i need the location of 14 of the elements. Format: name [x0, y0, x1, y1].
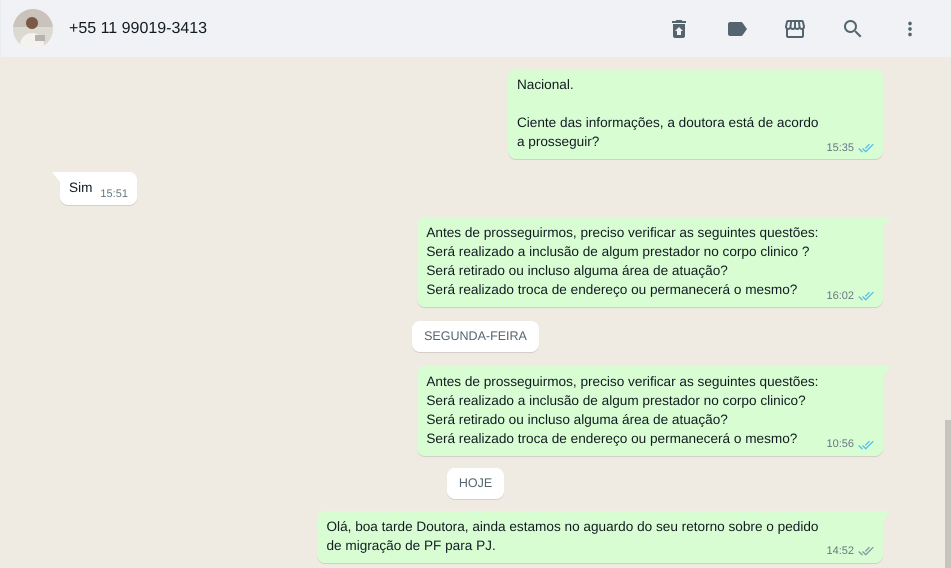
message-time: 15:35 [826, 140, 854, 156]
message-time: 16:02 [826, 288, 854, 304]
date-chip: HOJE [446, 468, 504, 498]
date-chip: SEGUNDA-FEIRA [412, 321, 539, 352]
scrollbar-thumb[interactable] [945, 420, 951, 568]
contact-name[interactable]: +55 11 99019-3413 [69, 16, 208, 40]
message-time: 15:51 [100, 186, 128, 202]
message-time: 14:52 [826, 544, 854, 559]
message-text: Olá, boa tarde Doutora, ainda estamos no aguardo do seu retorno sobre o pedido de migração de PF para PJ. [326, 518, 818, 554]
message-text: Antes de prosseguirmos, preciso verificar as seguintes questões: Será realizado a inclusão de algum prestador no corpo clinico ? Será retirado ou incluso alguma área de atuação? Será realizado troca de endereço ou permanecerá o mesmo? [426, 224, 818, 299]
message-text: Antes de prosseguirmos, preciso verificar as seguintes questões: Será realizado a inclusão de algum prestador no corpo clinico? Será retirado ou incluso alguma área de atuação? Será realizado troca de endereço ou permanecerá o mesmo? [426, 372, 818, 448]
message-time: 10:56 [826, 437, 854, 452]
message-text: Sim [69, 179, 92, 197]
message-text: Nacional. Ciente das informações, a doutora está de acordo a prosseguir? [516, 76, 818, 151]
